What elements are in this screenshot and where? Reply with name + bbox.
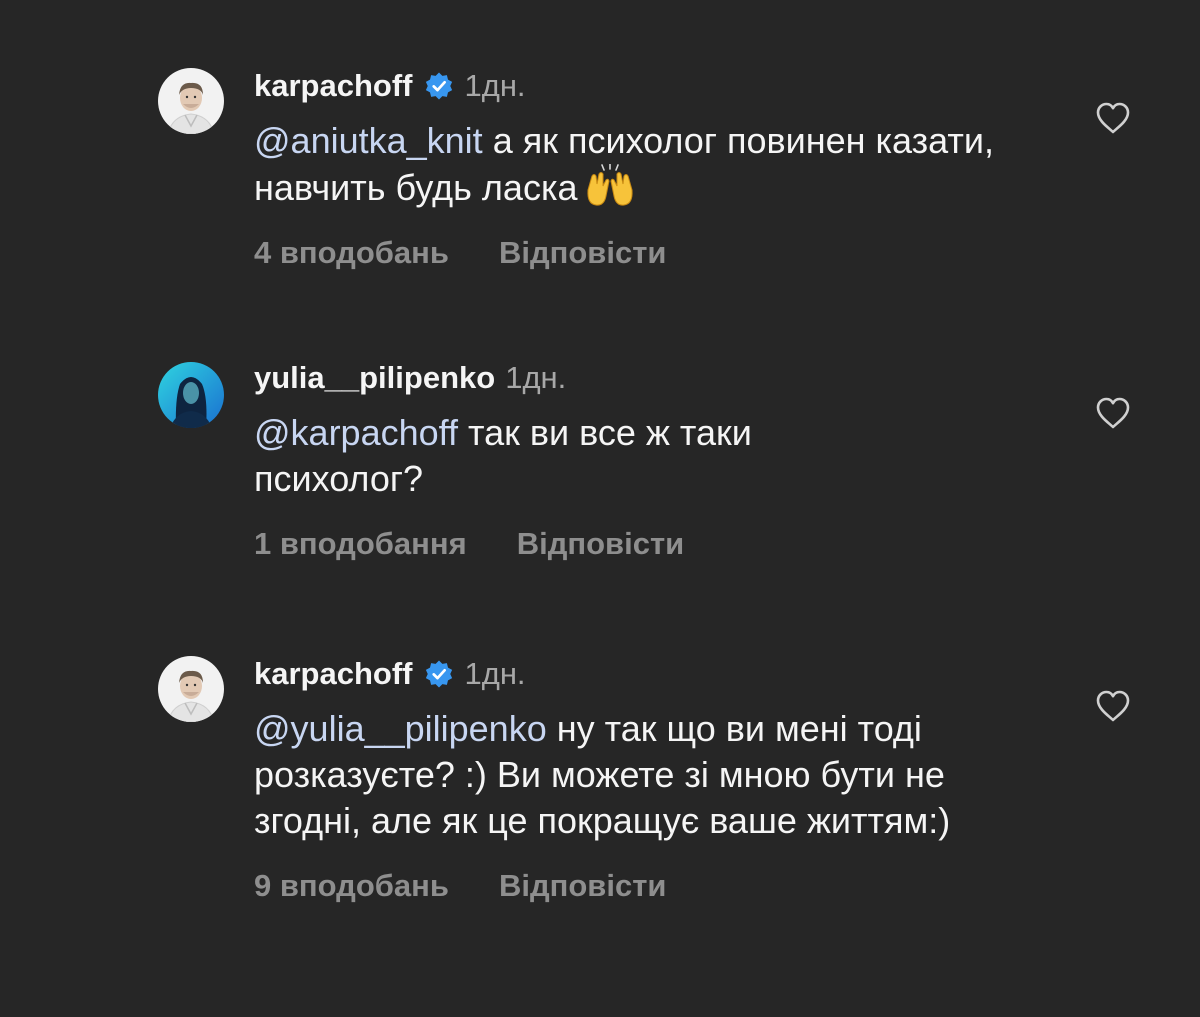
username-link[interactable]: karpachoff — [254, 656, 412, 692]
verified-badge-icon — [424, 71, 454, 101]
comment-meta: karpachoff 1дн. — [254, 654, 1054, 694]
comment-text: @yulia__pilipenko ну так що ви мені тоді… — [254, 706, 1044, 844]
mention-link[interactable]: @aniutka_knit — [254, 120, 483, 161]
avatar[interactable] — [158, 362, 224, 428]
reply-button[interactable]: Відповісти — [517, 526, 685, 562]
comment-actions: 1 вподобання Відповісти — [254, 526, 1054, 562]
raising-hands-emoji-icon — [584, 163, 636, 208]
verified-badge-icon — [424, 659, 454, 689]
man-portrait-avatar-icon — [158, 68, 224, 134]
timestamp: 1дн. — [464, 656, 526, 691]
username-link[interactable]: karpachoff — [254, 68, 412, 104]
reply-button[interactable]: Відповісти — [499, 235, 667, 271]
comment-content: karpachoff 1дн. @yulia__pilipenko ну так… — [254, 654, 1054, 904]
comment-actions: 9 вподобань Відповісти — [254, 868, 1054, 904]
man-portrait-avatar-icon — [158, 656, 224, 722]
comment-meta: karpachoff 1дн. — [254, 66, 1054, 106]
timestamp: 1дн. — [464, 68, 526, 103]
like-heart-icon[interactable] — [1095, 689, 1131, 723]
timestamp: 1дн. — [505, 360, 567, 395]
comment-meta: yulia__pilipenko 1дн. — [254, 358, 1054, 398]
avatar[interactable] — [158, 68, 224, 134]
comment-content: karpachoff 1дн. @aniutka_knit а як психо… — [254, 66, 1054, 271]
comment-text: @aniutka_knit а як психолог повинен каза… — [254, 118, 994, 211]
like-heart-icon[interactable] — [1095, 396, 1131, 430]
likes-count-button[interactable]: 1 вподобання — [254, 526, 467, 562]
mention-link[interactable]: @yulia__pilipenko — [254, 708, 547, 749]
woman-portrait-avatar-icon — [158, 362, 224, 428]
likes-count-button[interactable]: 9 вподобань — [254, 868, 449, 904]
likes-count-button[interactable]: 4 вподобань — [254, 235, 449, 271]
reply-button[interactable]: Відповісти — [499, 868, 667, 904]
username-link[interactable]: yulia__pilipenko — [254, 360, 495, 396]
comment-actions: 4 вподобань Відповісти — [254, 235, 1054, 271]
comment-content: yulia__pilipenko 1дн. @karpachoff так ви… — [254, 358, 1054, 562]
like-heart-icon[interactable] — [1095, 101, 1131, 135]
avatar[interactable] — [158, 656, 224, 722]
mention-link[interactable]: @karpachoff — [254, 412, 458, 453]
comment-text: @karpachoff так ви все ж таки психолог? — [254, 410, 894, 502]
